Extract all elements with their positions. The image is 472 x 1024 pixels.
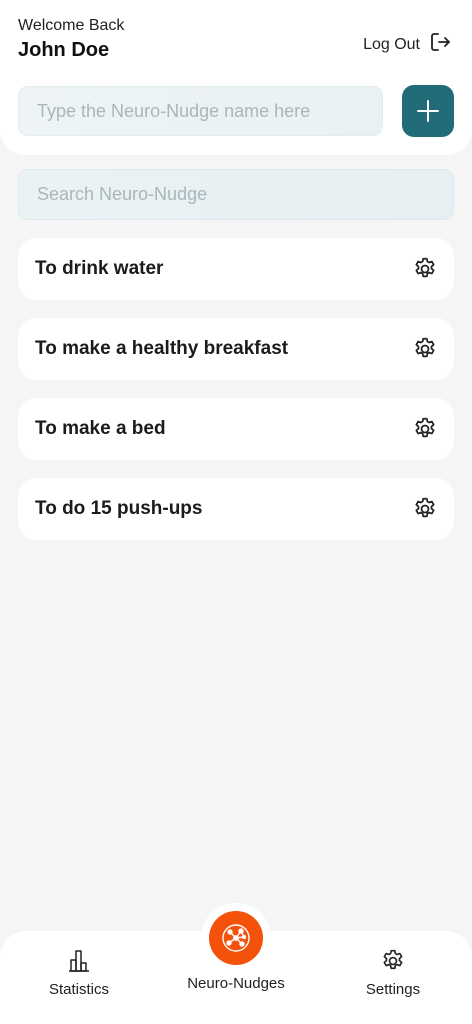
gear-icon[interactable]: [412, 416, 438, 442]
nav-neuro-nudges-label: Neuro-Nudges: [187, 975, 285, 992]
nudge-title: To make a bed: [35, 418, 166, 439]
welcome-text: Welcome Back: [18, 17, 125, 34]
nudge-title: To make a healthy breakfast: [35, 338, 289, 359]
plus-icon: [415, 98, 441, 124]
nudge-title: To do 15 push-ups: [35, 498, 203, 519]
search-input[interactable]: [18, 169, 454, 220]
nudge-item[interactable]: To make a bed: [18, 398, 454, 460]
neuro-nudges-fab-circle: [209, 911, 263, 965]
gear-icon[interactable]: [412, 256, 438, 282]
add-nudge-button[interactable]: [402, 85, 454, 137]
nudge-item[interactable]: To make a healthy breakfast: [18, 318, 454, 380]
gear-icon[interactable]: [412, 496, 438, 522]
neuro-nudges-fab[interactable]: [201, 903, 271, 973]
nav-statistics[interactable]: Statistics: [44, 948, 114, 998]
nav-statistics-label: Statistics: [48, 981, 109, 998]
neural-network-icon: [219, 921, 253, 955]
nudge-list: To drink water To make a healthy breakfa…: [18, 238, 454, 558]
logout-button[interactable]: Log Out: [363, 30, 452, 59]
logout-label: Log Out: [363, 35, 420, 53]
user-name: John Doe: [18, 39, 110, 61]
nav-settings-label: Settings: [365, 981, 421, 998]
nudge-item[interactable]: To drink water: [18, 238, 454, 300]
gear-icon[interactable]: [412, 336, 438, 362]
bar-chart-icon: [66, 948, 92, 974]
nudge-title: To drink water: [35, 258, 164, 279]
nudge-item[interactable]: To do 15 push-ups: [18, 478, 454, 540]
logout-icon: [428, 30, 452, 59]
nudge-name-input[interactable]: [18, 86, 383, 136]
gear-icon: [380, 948, 406, 974]
nav-settings[interactable]: Settings: [358, 948, 428, 998]
header-card: Welcome Back John Doe Log Out: [0, 0, 472, 155]
